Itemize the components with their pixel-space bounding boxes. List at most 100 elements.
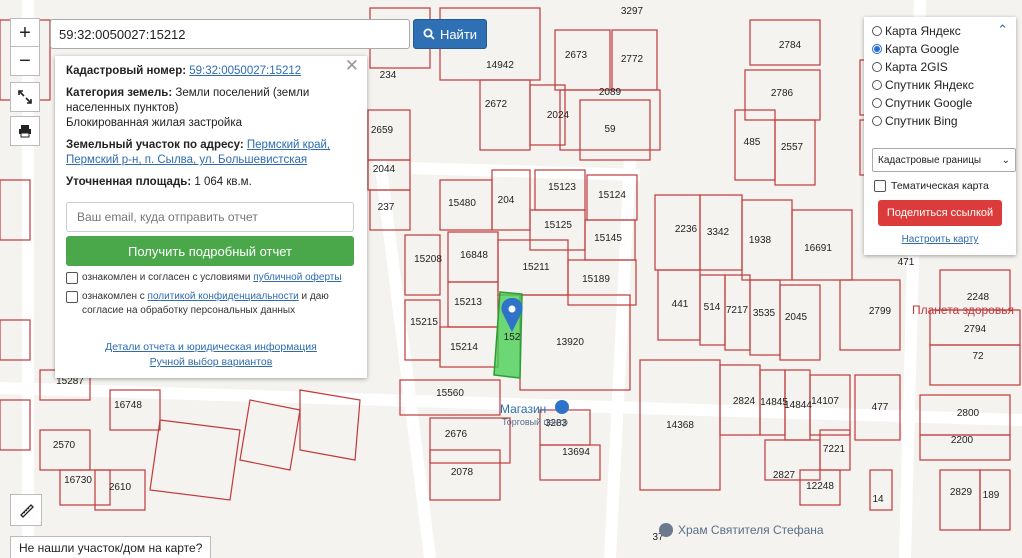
plot-number-label: 2824 — [733, 396, 756, 407]
plot-number-label: 2829 — [950, 487, 973, 498]
layer-option[interactable]: Спутник Google — [872, 94, 1008, 112]
cadastral-number-link[interactable]: 59:32:0050027:15212 — [189, 65, 301, 77]
manual-selection-link[interactable]: Ручной выбор вариантов — [150, 356, 273, 368]
plot-number-label: 2045 — [785, 312, 808, 323]
search-button[interactable]: Найти — [413, 19, 487, 49]
expand-icon — [18, 90, 32, 104]
plot-number-label: 15145 — [594, 233, 622, 244]
plot-number-label: 2673 — [565, 50, 588, 61]
plot-number-label: 59 — [604, 124, 616, 135]
plot-number-label: 13694 — [562, 447, 590, 458]
plot-number-label: 14 — [872, 494, 884, 505]
plot-number-label: 441 — [672, 299, 689, 310]
plot-number-label: 3535 — [753, 308, 776, 319]
plot-number-label: 234 — [380, 70, 397, 81]
get-report-button[interactable]: Получить подробный отчет — [66, 236, 354, 266]
plot-number-label: 15208 — [414, 254, 442, 265]
layer-option[interactable]: Карта 2GIS — [872, 58, 1008, 76]
plot-number-label: 2799 — [869, 306, 892, 317]
plot-number-label: 2610 — [109, 482, 132, 493]
plot-number-label: 2672 — [485, 99, 508, 110]
thematic-map-label: Тематическая карта — [891, 180, 989, 192]
plot-number-label: 477 — [872, 402, 889, 413]
plot-number-label: 14844 — [784, 400, 812, 411]
radio-icon[interactable] — [872, 116, 882, 126]
privacy-consent-checkbox[interactable]: ознакомлен с политикой конфиденциальност… — [66, 290, 356, 318]
radio-icon[interactable] — [872, 44, 882, 54]
zoom-out-button[interactable]: − — [10, 46, 40, 76]
plot-number-label: 14942 — [486, 60, 514, 71]
layer-option[interactable]: Спутник Bing — [872, 112, 1008, 130]
privacy-consent-text: ознакомлен с — [82, 291, 148, 302]
plot-number-label: 15211 — [522, 262, 550, 273]
plot-number-label: 3342 — [707, 227, 730, 238]
layer-select[interactable]: Кадастровые границы ⌄ — [872, 148, 1016, 172]
zoom-in-button[interactable]: + — [10, 18, 40, 48]
poi-church-label: Храм Святителя Стефана — [678, 523, 824, 537]
plot-number-label: 2827 — [773, 470, 796, 481]
share-link-button[interactable]: Поделиться ссылкой — [878, 200, 1002, 226]
checkbox-icon[interactable] — [66, 272, 78, 284]
church-icon[interactable] — [659, 523, 673, 537]
checkbox-icon[interactable] — [874, 180, 886, 192]
plot-number-label: 2676 — [445, 429, 468, 440]
offer-consent-checkbox[interactable]: ознакомлен и согласен с условиями публич… — [66, 271, 356, 285]
cadastral-number-row: Кадастровый номер: 59:32:0050027:15212 — [66, 64, 356, 79]
chevron-down-icon: ⌄ — [1001, 154, 1010, 166]
ruler-icon — [20, 504, 34, 518]
plot-number-label: 2800 — [957, 408, 980, 419]
plot-number-label: 2794 — [964, 324, 987, 335]
radio-icon[interactable] — [872, 26, 882, 36]
radio-icon[interactable] — [872, 80, 882, 90]
plot-number-label: 15560 — [436, 388, 464, 399]
poi-health-label: Планета здоровья — [912, 303, 1014, 317]
radio-icon[interactable] — [872, 62, 882, 72]
plot-number-label: 14368 — [666, 420, 694, 431]
plot-number-label: 2089 — [599, 87, 622, 98]
search-button-label: Найти — [439, 26, 478, 42]
land-use-value: Блокированная жилая застройка — [66, 117, 243, 129]
layer-option-label: Спутник Bing — [885, 114, 958, 128]
close-icon[interactable]: ✕ — [345, 57, 359, 74]
search-icon — [423, 28, 435, 40]
layer-select-value: Кадастровые границы — [878, 154, 982, 166]
layer-option[interactable]: Карта Google — [872, 40, 1008, 58]
plot-number-label: 2557 — [781, 142, 804, 153]
not-found-prompt[interactable]: Не нашли участок/дом на карте? — [10, 536, 212, 558]
layer-option[interactable]: Спутник Яндекс — [872, 76, 1008, 94]
plot-number-label: 12248 — [806, 481, 834, 492]
layer-option[interactable]: Карта Яндекс — [872, 22, 1008, 40]
ruler-button[interactable] — [10, 494, 42, 526]
privacy-policy-link[interactable]: политикой конфиденциальности — [148, 291, 299, 302]
plot-number-label: 204 — [498, 195, 515, 206]
plot-number-label: 2078 — [451, 467, 474, 478]
plot-number-label: 15125 — [544, 220, 572, 231]
print-button[interactable] — [10, 116, 40, 146]
layer-option-label: Спутник Google — [885, 96, 973, 110]
plot-number-label: 7221 — [823, 444, 846, 455]
thematic-map-checkbox[interactable]: Тематическая карта — [872, 180, 1008, 192]
fullscreen-button[interactable] — [10, 82, 40, 112]
report-details-link[interactable]: Детали отчета и юридическая информация — [105, 341, 317, 353]
plot-number-label: 189 — [983, 490, 1000, 501]
printer-icon — [19, 125, 31, 138]
checkbox-icon[interactable] — [66, 291, 78, 303]
configure-map-link[interactable]: Настроить карту — [902, 234, 979, 245]
offer-consent-text: ознакомлен и согласен с условиями — [82, 272, 254, 283]
search-input[interactable] — [50, 19, 410, 49]
plot-number-label: 471 — [898, 257, 915, 268]
email-field[interactable] — [66, 202, 354, 232]
plot-number-label: 16691 — [804, 243, 832, 254]
shop-icon[interactable] — [555, 400, 569, 414]
cadastral-number-label: Кадастровый номер: — [66, 65, 187, 77]
plot-number-label: 3297 — [621, 6, 644, 17]
chevron-up-icon[interactable]: ⌃ — [997, 22, 1008, 38]
address-label: Земельный участок по адресу: — [66, 139, 244, 151]
radio-icon[interactable] — [872, 98, 882, 108]
plot-number-label: 2024 — [547, 110, 570, 121]
area-row: Уточненная площадь: 1 064 кв.м. — [66, 175, 356, 190]
plot-number-label: 16848 — [460, 250, 488, 261]
public-offer-link[interactable]: публичной оферты — [253, 272, 341, 283]
layer-option-label: Спутник Яндекс — [885, 78, 974, 92]
plot-number-label: 237 — [378, 202, 395, 213]
